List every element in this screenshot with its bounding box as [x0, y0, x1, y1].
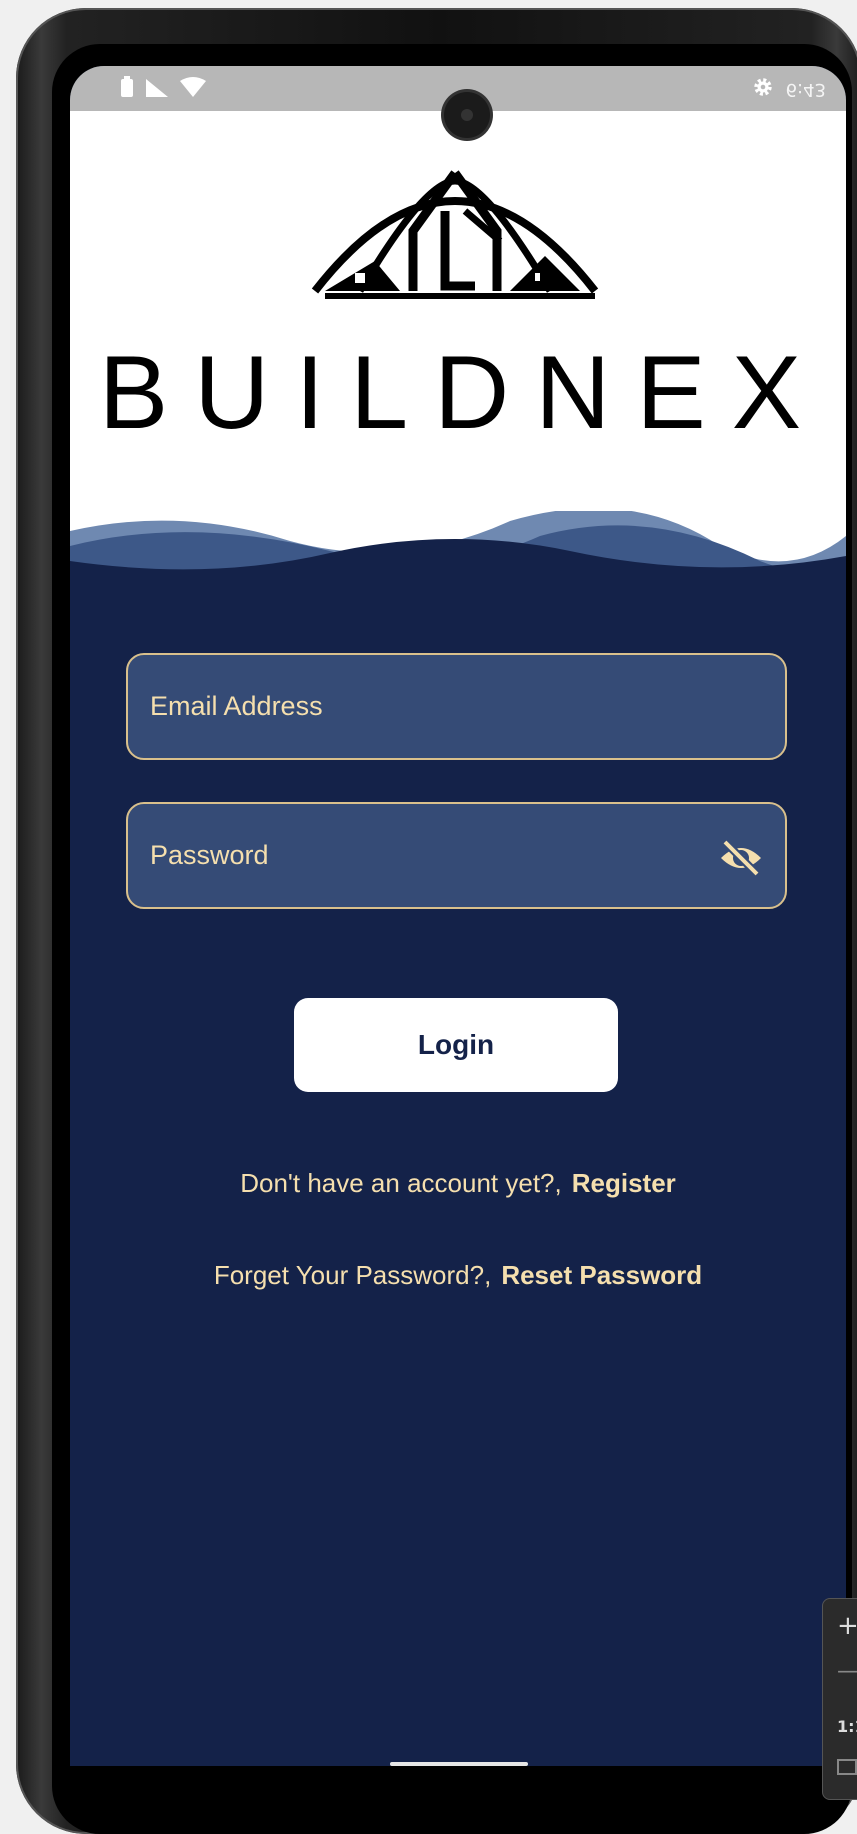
wifi-icon	[180, 77, 206, 103]
reset-prompt-text: Forget Your Password?,	[213, 1260, 492, 1290]
password-field[interactable]	[126, 802, 787, 909]
brand-wordmark: BUILDNEX	[98, 335, 828, 451]
actual-size-button[interactable]: 1:1	[837, 1717, 857, 1736]
password-input[interactable]	[128, 804, 785, 907]
visibility-off-icon[interactable]	[719, 838, 763, 878]
register-prompt: Don't have an account yet?, Register	[70, 1168, 846, 1199]
status-time: 6:43	[785, 79, 826, 100]
logo-header: BUILDNEX	[70, 111, 846, 541]
zoom-in-button[interactable]: +	[837, 1611, 857, 1641]
zoom-out-button[interactable]: —	[837, 1659, 857, 1684]
register-prompt-text: Don't have an account yet?,	[240, 1168, 562, 1198]
battery-icon	[120, 76, 134, 104]
front-camera	[444, 92, 490, 138]
login-button[interactable]: Login	[294, 998, 618, 1092]
reset-password-prompt: Forget Your Password?, Reset Password	[70, 1260, 846, 1291]
reset-password-link[interactable]: Reset Password	[501, 1260, 702, 1290]
email-field[interactable]	[126, 653, 787, 760]
fit-screen-icon[interactable]	[837, 1759, 857, 1779]
register-link[interactable]: Register	[572, 1168, 676, 1198]
device-bezel: 6:43 BUILDNEX Email Address Login Don't …	[52, 44, 852, 1834]
emulator-zoom-panel: + — 1:1	[822, 1598, 857, 1800]
buildnex-logo-icon	[311, 170, 599, 299]
home-indicator[interactable]	[390, 1762, 528, 1766]
wave-divider	[70, 511, 846, 631]
app-screen: 6:43 BUILDNEX Email Address Login Don't …	[70, 66, 846, 1766]
device-frame: 6:43 BUILDNEX Email Address Login Don't …	[16, 8, 857, 1834]
email-input[interactable]	[128, 655, 785, 758]
signal-icon	[144, 77, 170, 103]
settings-icon	[752, 76, 774, 103]
